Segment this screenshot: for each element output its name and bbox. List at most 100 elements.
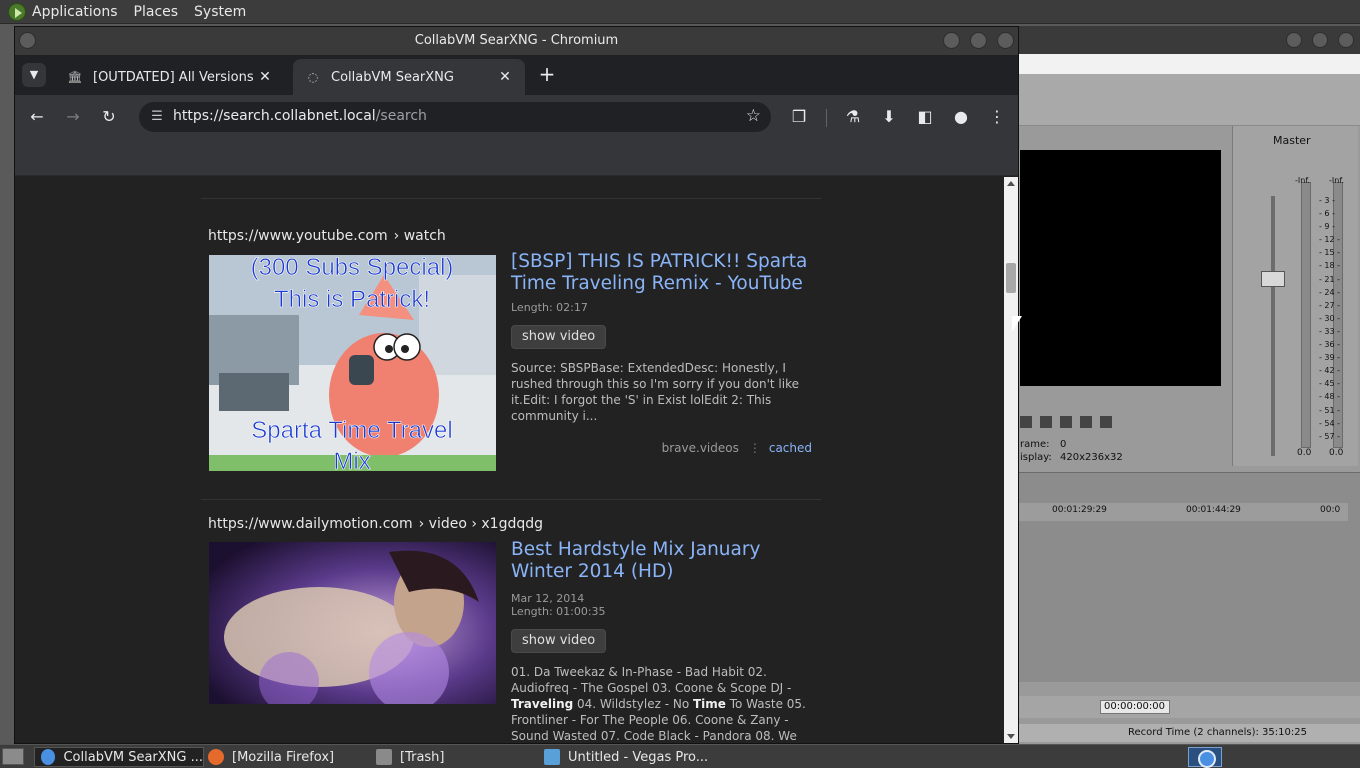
downloads-button[interactable]: ⬇ (877, 105, 901, 129)
address-bar[interactable]: ☰ https://search.collabnet.local/search … (139, 102, 771, 132)
meter-scale-label: - 27 - (1319, 300, 1341, 310)
profile-button[interactable]: ● (949, 105, 973, 129)
forward-button[interactable]: → (61, 105, 85, 129)
engine-separator: ⋮ (748, 441, 761, 455)
thumb-caption-top-2: This is Patrick! (274, 286, 430, 313)
firefox-icon (208, 749, 224, 765)
close-tab-icon[interactable]: ✕ (495, 69, 515, 85)
meter-scale-label: - 45 - (1319, 379, 1341, 389)
ruler-mark: 00:01:44:29 (1186, 505, 1241, 515)
task-vegas[interactable]: Untitled - Vegas Pro... (538, 747, 738, 767)
master-label: Master (1273, 134, 1311, 147)
meter-scale-label: - 48 - (1319, 392, 1341, 402)
master-fader-thumb[interactable] (1261, 271, 1285, 287)
museum-favicon-icon: 🏛 (67, 70, 83, 84)
meter-scale-label: - 12 - (1319, 235, 1341, 245)
menu-system[interactable]: System (194, 4, 246, 20)
frame-value: 0 (1060, 439, 1067, 450)
window-titlebar: CollabVM SearXNG - Chromium (15, 27, 1018, 55)
side-panel-button[interactable]: ◧ (913, 105, 937, 129)
bookmark-star-icon[interactable]: ☆ (746, 106, 761, 126)
show-video-button[interactable]: show video (511, 325, 607, 349)
back-button[interactable]: ← (25, 105, 49, 129)
vegas-close-button[interactable] (1338, 32, 1354, 48)
window-minimize-button[interactable] (943, 32, 960, 49)
cached-link[interactable]: cached (769, 441, 812, 455)
vegas-pro-window: rame: 0 isplay: 420x236x32 Master - 3 - - 6… (1018, 26, 1360, 744)
result-url[interactable]: https://www.dailymotion.com › video › x1g… (208, 516, 543, 532)
url-path: /search (375, 108, 427, 124)
meter-inf-right: -Inf. (1329, 176, 1345, 185)
result-title-link[interactable]: [SBSP] THIS IS PATRICK!! Sparta Time Tra… (511, 251, 816, 295)
menu-applications[interactable]: Applications (32, 4, 118, 20)
result-snippet: 01. Da Tweekaz & In-Phase - Bad Habit 02… (511, 664, 811, 743)
patrick-thumbnail-image: (300 Subs Special) This is Patrick! Spar… (209, 255, 496, 471)
engine-name: brave.videos (661, 441, 739, 455)
page-scrollbar[interactable] (1004, 177, 1018, 743)
meter-scale-label: - 18 - (1319, 261, 1341, 271)
arrow-right-icon: → (66, 107, 80, 126)
thumb-caption-bottom: Sparta Time Travel (251, 417, 452, 444)
distro-logo-icon[interactable] (8, 2, 26, 21)
result-thumbnail[interactable]: (300 Subs Special) This is Patrick! Spar… (209, 255, 496, 471)
show-desktop-icon[interactable] (2, 748, 24, 765)
tab-collabvm-searxng[interactable]: ◌ CollabVM SearXNG ✕ (293, 59, 525, 95)
snippet-highlight: Time (692, 697, 726, 711)
site-info-icon[interactable]: ☰ (147, 107, 167, 127)
meter-scale-label: - 15 - (1319, 248, 1341, 258)
close-tab-icon[interactable]: ✕ (255, 69, 275, 85)
labs-button[interactable]: ⚗ (841, 105, 865, 129)
url-host: https://search.collabnet.local (173, 108, 376, 124)
ruler-mark: 00:0 (1320, 505, 1341, 515)
chrome-menu-button[interactable]: ⋮ (985, 105, 1009, 129)
result-url-breadcrumb: › watch (393, 228, 446, 244)
result-thumbnail[interactable] (209, 542, 496, 704)
loading-favicon-icon: ◌ (307, 70, 319, 84)
window-close-button[interactable] (997, 32, 1014, 49)
window-maximize-button[interactable] (970, 32, 987, 49)
reload-button[interactable]: ↻ (97, 105, 121, 129)
next-frame-icon[interactable] (1060, 416, 1072, 428)
frame-label: rame: (1020, 439, 1050, 450)
snippet-highlight: Traveling (511, 697, 574, 711)
window-menu-button[interactable] (19, 32, 36, 49)
hardstyle-thumbnail-image (209, 542, 496, 704)
tray-network-icon[interactable] (1188, 747, 1222, 768)
vegas-minimize-button[interactable] (1286, 32, 1302, 48)
task-chromium[interactable]: CollabVM SearXNG ... (34, 747, 204, 767)
result-length: Length: 01:00:35 (511, 605, 606, 618)
forward-icon[interactable] (1100, 416, 1112, 428)
tab-search-button[interactable]: ▼ (22, 63, 46, 87)
result-url-host: https://www.dailymotion.com (208, 516, 413, 532)
prev-frame-icon[interactable] (1040, 416, 1052, 428)
result-title-link[interactable]: Best Hardstyle Mix January Winter 2014 (… (511, 539, 816, 583)
tab-outdated-versions[interactable]: 🏛 [OUTDATED] All Versions of ✕ (55, 59, 285, 95)
meter-scale-label: - 39 - (1319, 353, 1341, 363)
show-video-button[interactable]: show video (511, 629, 607, 653)
task-firefox[interactable]: [Mozilla Firefox] (202, 747, 370, 767)
result-date: Mar 12, 2014 (511, 592, 585, 605)
meter-scale-label: - 42 - (1319, 366, 1341, 376)
result-url[interactable]: https://www.youtube.com › watch (208, 228, 446, 244)
rewind-icon[interactable] (1080, 416, 1092, 428)
extensions-button[interactable]: ❒ (787, 105, 811, 129)
master-bus-panel: Master - 3 - - 6 - - 9 - - 12 - - 15 - - 18 -… (1232, 126, 1358, 466)
mouse-cursor-icon (1012, 316, 1022, 332)
meter-scale-label: - 57 - (1319, 431, 1341, 441)
meter-scale-label: - 33 - (1319, 326, 1341, 336)
master-fader-track (1271, 196, 1275, 456)
task-trash[interactable]: [Trash] (370, 747, 538, 767)
new-tab-button[interactable]: + (535, 63, 559, 87)
menu-places[interactable]: Places (134, 4, 179, 20)
timeline-ruler: 00:01:29:29 00:01:44:29 00:0 (1018, 503, 1348, 521)
vegas-toolbar (1018, 74, 1360, 126)
kebab-menu-icon: ⋮ (989, 107, 1005, 126)
thumb-caption-top: (300 Subs Special) (251, 255, 454, 281)
stop-icon[interactable] (1020, 416, 1032, 428)
scrollbar-thumb[interactable] (1006, 263, 1016, 293)
url-text[interactable]: https://search.collabnet.local/search (173, 108, 427, 124)
vegas-maximize-button[interactable] (1312, 32, 1328, 48)
scroll-down-icon[interactable] (1007, 734, 1015, 739)
result-divider (201, 198, 821, 199)
scroll-up-icon[interactable] (1007, 181, 1015, 186)
